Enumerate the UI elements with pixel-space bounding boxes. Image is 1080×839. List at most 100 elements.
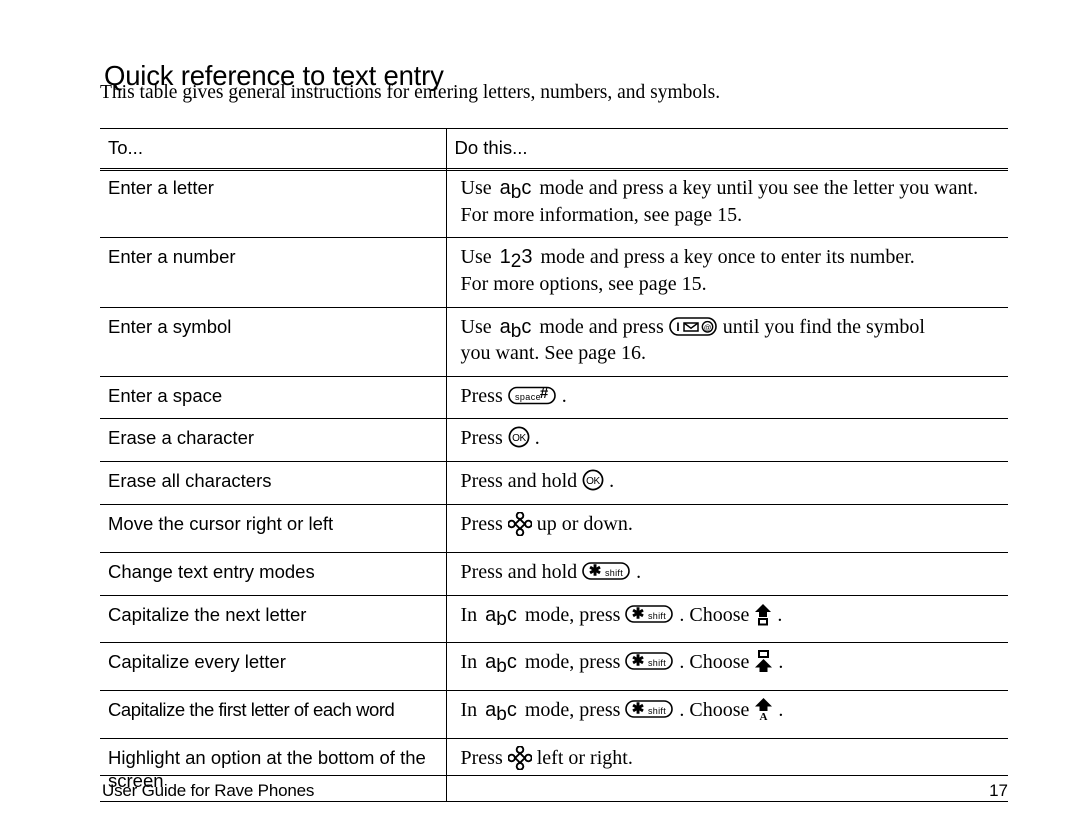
ok-key-icon: OK [508, 426, 530, 448]
navigation-pad-icon [507, 744, 533, 778]
table-row: Enter a space Press space # . [100, 376, 1009, 420]
instruction-text: left or right. [536, 746, 633, 769]
column-header-do: Do this... [454, 137, 528, 158]
row-action-label: Erase all characters [108, 470, 272, 492]
document-page: Quick reference to text entry This table… [0, 0, 1080, 839]
footer-page-number: 17 [989, 781, 1008, 800]
instruction-text: up or down. [536, 512, 633, 535]
ok-key-icon: OK [582, 469, 604, 491]
instruction-text: mode and press a key once to enter its n… [540, 246, 915, 269]
row-instruction: Use 123 mode and press a key once to ent… [447, 238, 1009, 306]
instruction-text: In [460, 699, 478, 722]
row-action-label: Change text entry modes [108, 561, 315, 583]
shift-key-icon: ✱ shift [625, 604, 674, 625]
table-row: Erase a character Press OK . [100, 418, 1009, 463]
svg-text:@: @ [703, 323, 711, 332]
svg-text:shift: shift [648, 658, 666, 668]
word-caps-indicator-icon: A [754, 697, 773, 729]
row-action-label: Erase a character [108, 427, 255, 449]
row-action-label: Capitalize the next letter [108, 603, 307, 625]
table-row: Enter a symbol Use abc mode and press @ u… [100, 307, 1009, 377]
svg-text:✱: ✱ [632, 653, 645, 670]
instruction-text: . [777, 603, 783, 626]
instruction-text: Use [460, 246, 492, 269]
instruction-text: . [778, 651, 784, 674]
instruction-text: . [561, 384, 567, 407]
svg-text:OK: OK [512, 433, 526, 444]
table-body: To... Do this... Enter a letter Use abc mod… [100, 127, 1009, 803]
row-action-label: Enter a letter [108, 177, 214, 199]
row-instruction: Press left or right. [447, 739, 1009, 787]
svg-text:shift: shift [648, 706, 666, 716]
shift-key-icon: ✱ shift [625, 699, 674, 720]
instruction-text: mode and press a key until you see the l… [539, 177, 979, 200]
row-action-label: Enter a space [108, 384, 223, 406]
table-row: Move the cursor right or left Press up or… [100, 504, 1008, 554]
table-header-row: To... Do this... [100, 127, 1008, 170]
instruction-text: you want. See page 16. [460, 342, 647, 365]
one-envelope-at-key-icon: @ [668, 316, 718, 337]
row-instruction: In abc mode, press ✱ shift . Choose . [447, 596, 1009, 643]
svg-text:shift: shift [605, 568, 623, 578]
instruction-text: In [460, 651, 478, 674]
instruction-text: mode, press [524, 603, 621, 626]
svg-text:shift: shift [648, 611, 666, 621]
text-mode-glyph: abc [485, 699, 517, 726]
instruction-text: mode, press [524, 699, 621, 722]
instruction-text: . [778, 699, 784, 722]
row-action-label: Move the cursor right or left [108, 512, 334, 534]
column-header-to: To... [108, 137, 143, 158]
instruction-text: until you find the symbol [722, 315, 925, 338]
instruction-text: . [534, 427, 540, 450]
text-mode-glyph: abc [485, 603, 517, 630]
instruction-text: For more options, see page 15. [460, 273, 707, 296]
row-instruction: Press and hold OK . [447, 462, 1009, 504]
instruction-text: For more information, see page 15. [460, 203, 743, 226]
text-mode-glyph: abc [499, 315, 532, 342]
instruction-text: Use [460, 315, 492, 338]
header-double-rule [100, 170, 1008, 172]
row-instruction: Use abc mode and press a key until you s… [447, 169, 1009, 237]
instruction-text: . [609, 470, 615, 493]
row-action-label: Capitalize every letter [108, 651, 286, 673]
instruction-text: Press [460, 384, 503, 407]
table-row: Erase all characters Press and hold OK . [100, 461, 1009, 505]
row-instruction: In abc mode, press ✱ shift . Choose . [447, 643, 1009, 690]
instruction-text: . Choose [679, 603, 750, 626]
table-row: Change text entry modes Press and hold ✱ s… [100, 552, 1009, 596]
text-mode-glyph: 123 [499, 246, 533, 273]
table-row: Enter a number Use 123 mode and press a k… [100, 237, 1009, 308]
instruction-text: Press and hold [460, 561, 578, 584]
shift-once-indicator-icon [754, 603, 772, 634]
row-instruction: In abc mode, press ✱ shift . Choose A . [447, 691, 1009, 738]
instruction-text: . Choose [679, 699, 750, 722]
instruction-text: Press [460, 512, 503, 535]
instruction-text: . Choose [679, 651, 750, 674]
row-instruction: Press OK . [447, 419, 1009, 461]
instruction-text: Press [460, 427, 503, 450]
svg-text:space: space [515, 392, 541, 402]
svg-text:✱: ✱ [589, 563, 602, 580]
row-instruction: Press and hold ✱ shift . [447, 553, 1009, 595]
table-row: Enter a letter Use abc mode and press a k… [100, 168, 1009, 239]
row-action-label: Enter a number [108, 246, 236, 268]
space-pound-key-icon: space # [507, 385, 557, 406]
svg-text:OK: OK [586, 476, 600, 487]
footer-rule [100, 775, 1008, 776]
text-mode-glyph: abc [499, 177, 532, 204]
svg-text:#: # [540, 385, 549, 402]
quick-reference-table: To... Do this... Enter a letter Use abc mod… [100, 127, 1009, 803]
row-instruction: Use abc mode and press @ until you find … [447, 308, 1009, 376]
instruction-text: Press [460, 746, 503, 769]
svg-text:A: A [760, 711, 768, 721]
instruction-text: mode, press [524, 651, 621, 674]
instruction-text: mode and press [539, 315, 664, 338]
row-instruction: Press space # . [447, 377, 1009, 419]
svg-text:✱: ✱ [632, 605, 645, 622]
intro-paragraph: This table gives general instructions fo… [100, 82, 721, 103]
instruction-text: In [460, 603, 478, 626]
table-row: Capitalize every letter In abc mode, pres… [100, 642, 1009, 692]
row-action-label: Capitalize the first letter of each word [108, 699, 395, 721]
table-row: Capitalize the next letter In abc mode, p… [100, 595, 1009, 644]
shift-key-icon: ✱ shift [582, 561, 631, 582]
